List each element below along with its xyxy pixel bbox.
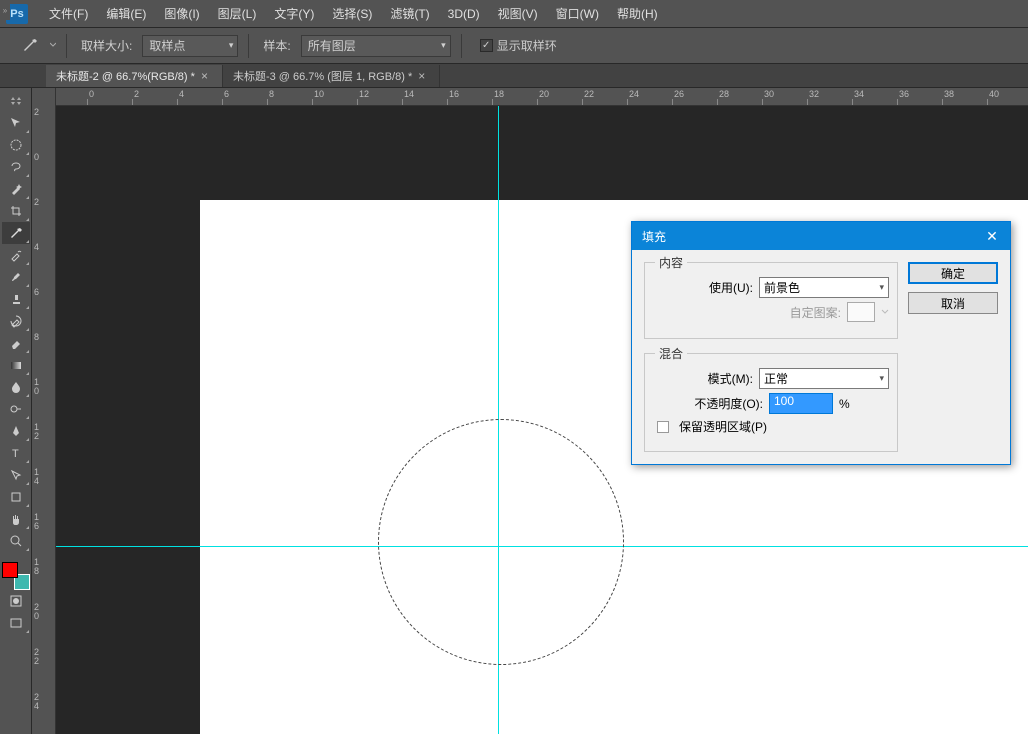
crop-tool[interactable]	[2, 200, 30, 222]
lasso-tool[interactable]	[2, 156, 30, 178]
menu-view[interactable]: 视图(V)	[489, 0, 547, 28]
mode-label: 模式(M):	[708, 370, 753, 387]
fill-dialog: 填充 ✕ 内容 使用(U): 前景色 自定图案: 混合 模式(M):	[631, 221, 1011, 465]
selection-marquee	[378, 419, 624, 665]
type-tool[interactable]: T	[2, 442, 30, 464]
fieldset-contents: 内容 使用(U): 前景色 自定图案:	[644, 262, 898, 339]
horizontal-ruler[interactable]: 024681012141618202224262830323436384042	[56, 88, 1028, 106]
move-tool[interactable]	[2, 112, 30, 134]
blur-tool[interactable]	[2, 376, 30, 398]
healing-brush-tool[interactable]	[2, 244, 30, 266]
show-sample-ring-checkbox[interactable]: ✓	[480, 39, 493, 52]
menu-select[interactable]: 选择(S)	[323, 0, 381, 28]
ok-button[interactable]: 确定	[908, 262, 998, 284]
eraser-tool[interactable]	[2, 332, 30, 354]
menu-window[interactable]: 窗口(W)	[547, 0, 608, 28]
eyedropper-tool[interactable]	[2, 222, 30, 244]
pen-tool[interactable]	[2, 420, 30, 442]
path-selection-tool[interactable]	[2, 464, 30, 486]
marquee-tool[interactable]	[2, 134, 30, 156]
opacity-input[interactable]: 100	[769, 393, 833, 414]
chevron-down-icon	[881, 303, 889, 321]
dodge-tool[interactable]	[2, 398, 30, 420]
sample-label: 样本:	[263, 37, 290, 54]
menu-3d[interactable]: 3D(D)	[439, 0, 489, 28]
screen-mode-tool[interactable]	[2, 612, 30, 634]
history-brush-tool[interactable]	[2, 310, 30, 332]
mode-select[interactable]: 正常	[759, 368, 889, 389]
fieldset-blending: 混合 模式(M): 正常 不透明度(O): 100 % 保留透明区域(P)	[644, 353, 898, 452]
sample-size-dropdown[interactable]: 取样点	[142, 35, 238, 57]
tab-label: 未标题-2 @ 66.7%(RGB/8) *	[56, 68, 195, 84]
chevron-down-icon[interactable]	[50, 39, 56, 53]
expand-toolbox-icon[interactable]	[2, 90, 30, 112]
preserve-transparency-checkbox[interactable]	[657, 421, 669, 433]
dialog-title-text: 填充	[642, 228, 666, 245]
menu-type[interactable]: 文字(Y)	[265, 0, 323, 28]
tab-document-2[interactable]: 未标题-3 @ 66.7% (图层 1, RGB/8) * ×	[223, 65, 440, 87]
menu-layer[interactable]: 图层(L)	[209, 0, 266, 28]
sample-layers-dropdown[interactable]: 所有图层	[301, 35, 451, 57]
pattern-label: 自定图案:	[790, 304, 841, 321]
brush-tool[interactable]	[2, 266, 30, 288]
tab-document-1[interactable]: 未标题-2 @ 66.7%(RGB/8) * ×	[46, 65, 223, 87]
show-sample-ring-label: 显示取样环	[497, 37, 557, 54]
magic-wand-tool[interactable]	[2, 178, 30, 200]
clone-stamp-tool[interactable]	[2, 288, 30, 310]
close-button[interactable]: ✕	[974, 222, 1010, 250]
use-label: 使用(U):	[709, 279, 753, 296]
quick-mask-tool[interactable]	[2, 590, 30, 612]
dialog-titlebar[interactable]: 填充 ✕	[632, 222, 1010, 250]
vertical-ruler[interactable]: 2024681012141618202224262830	[32, 88, 56, 734]
menu-help[interactable]: 帮助(H)	[608, 0, 667, 28]
shape-tool[interactable]	[2, 486, 30, 508]
toolbox: T	[0, 88, 32, 734]
use-select[interactable]: 前景色	[759, 277, 889, 298]
menu-file[interactable]: 文件(F)	[40, 0, 97, 28]
zoom-tool[interactable]	[2, 530, 30, 552]
sample-size-label: 取样大小:	[81, 37, 132, 54]
preserve-transparency-label: 保留透明区域(P)	[679, 418, 767, 435]
tabs-expand-icon[interactable]: »	[0, 0, 10, 20]
fieldset-contents-label: 内容	[655, 254, 687, 271]
close-icon[interactable]: ×	[201, 69, 208, 83]
menu-edit[interactable]: 编辑(E)	[97, 0, 155, 28]
fieldset-blending-label: 混合	[655, 345, 687, 362]
menu-bar: Ps 文件(F) 编辑(E) 图像(I) 图层(L) 文字(Y) 选择(S) 滤…	[0, 0, 1028, 28]
close-icon[interactable]: ×	[418, 69, 425, 83]
document-tabs: » 未标题-2 @ 66.7%(RGB/8) * × 未标题-3 @ 66.7%…	[0, 64, 1028, 88]
menu-image[interactable]: 图像(I)	[155, 0, 208, 28]
pattern-swatch	[847, 302, 875, 322]
opacity-unit: %	[839, 397, 889, 411]
gradient-tool[interactable]	[2, 354, 30, 376]
eyedropper-options-icon[interactable]	[16, 34, 44, 58]
tab-label: 未标题-3 @ 66.7% (图层 1, RGB/8) *	[233, 68, 412, 84]
foreground-color[interactable]	[2, 562, 18, 578]
opacity-label: 不透明度(O):	[694, 395, 763, 412]
color-swatches[interactable]	[2, 562, 30, 590]
cancel-button[interactable]: 取消	[908, 292, 998, 314]
menu-filter[interactable]: 滤镜(T)	[381, 0, 438, 28]
hand-tool[interactable]	[2, 508, 30, 530]
svg-text:T: T	[12, 448, 19, 460]
options-bar: 取样大小: 取样点 样本: 所有图层 ✓ 显示取样环	[0, 28, 1028, 64]
